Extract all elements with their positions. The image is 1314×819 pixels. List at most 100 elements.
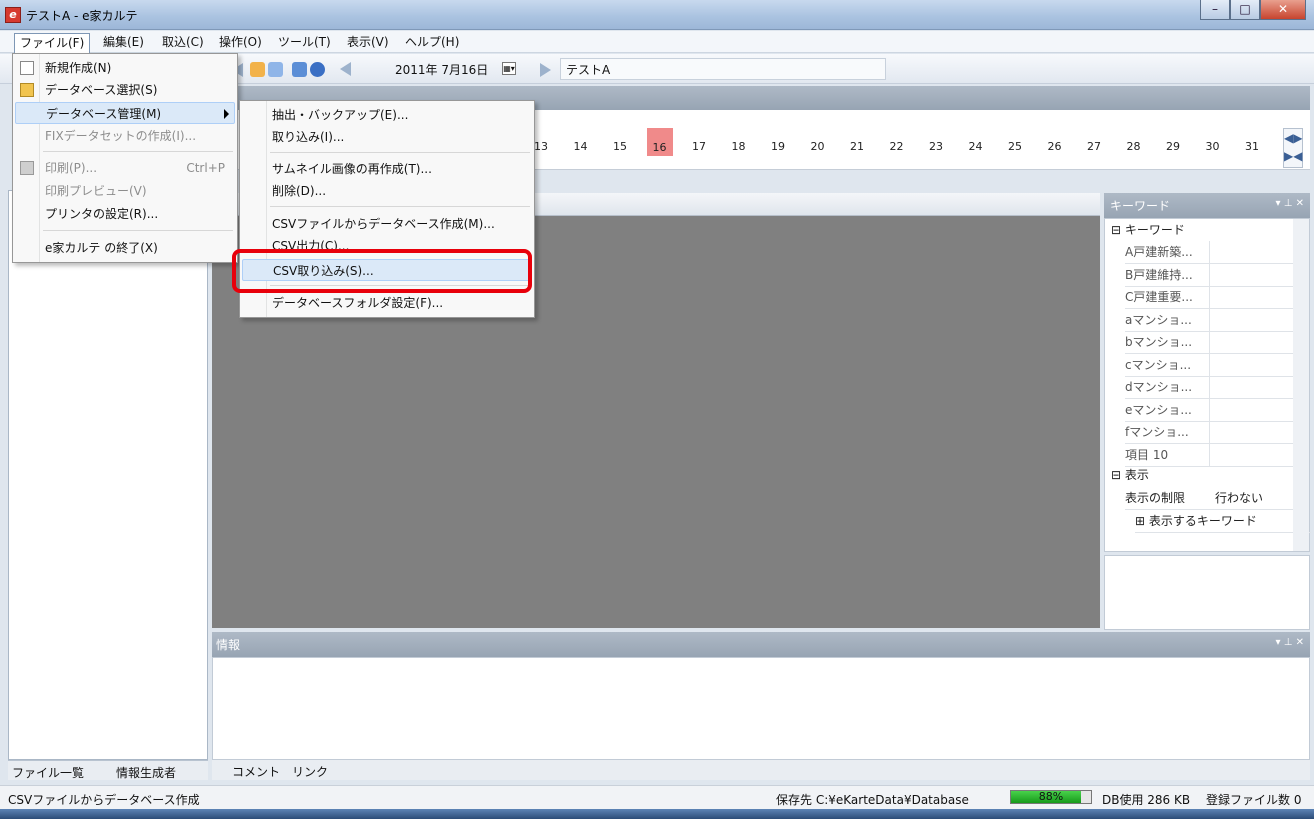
help-icon[interactable] xyxy=(310,62,325,77)
submenu-item-csv-export[interactable]: CSV出力(C)... xyxy=(240,235,534,257)
keyword-value-cell[interactable] xyxy=(1209,286,1210,308)
status-message: CSVファイルからデータベース作成 xyxy=(8,793,200,807)
menu-item-fix-dataset[interactable]: FIXデータセットの作成(I)... xyxy=(13,125,237,147)
keyword-label: B戸建維持... xyxy=(1125,267,1193,282)
info-panel-body[interactable] xyxy=(212,657,1310,760)
user-icon[interactable] xyxy=(250,62,265,77)
menu-tools[interactable]: ツール(T) xyxy=(273,33,336,51)
keyword-value-cell[interactable] xyxy=(1209,443,1210,466)
keyword-category[interactable]: ⊟ キーワード xyxy=(1111,219,1185,241)
keyword-value-cell[interactable] xyxy=(1209,398,1210,421)
calendar-day[interactable]: 17 xyxy=(686,140,712,153)
tab-link[interactable]: リンク xyxy=(292,763,328,780)
prev-date-icon[interactable] xyxy=(340,62,351,76)
keyword-row[interactable]: C戸建重要... xyxy=(1125,286,1301,309)
keyword-label: bマンショ... xyxy=(1125,335,1193,349)
calendar-day[interactable]: 23 xyxy=(923,140,949,153)
calendar-day[interactable]: 22 xyxy=(884,140,910,153)
menu-help[interactable]: ヘルプ(H) xyxy=(400,33,464,51)
menu-item-print[interactable]: 印刷(P)... Ctrl+P xyxy=(13,157,237,179)
keyword-row[interactable]: fマンショ... xyxy=(1125,421,1301,444)
panel-controls-icon[interactable]: ▾ ⊥ ✕ xyxy=(1276,198,1304,209)
tab-file-list[interactable]: ファイル一覧 xyxy=(12,764,84,781)
close-button[interactable]: ✕ xyxy=(1260,0,1306,20)
monitor-icon[interactable] xyxy=(292,62,307,77)
calendar-dropdown-icon[interactable]: ▦▾ xyxy=(502,62,516,75)
submenu-item-delete[interactable]: 削除(D)... xyxy=(240,180,534,202)
keyword-row[interactable]: aマンショ... xyxy=(1125,308,1301,332)
calendar-day[interactable]: 14 xyxy=(568,140,594,153)
keyword-scrollbar[interactable] xyxy=(1293,219,1309,551)
keyword-label: cマンショ... xyxy=(1125,357,1192,372)
date-field[interactable]: 2011年 7月16日 xyxy=(395,61,488,78)
info-panel-header: 情報 ▾ ⊥ ✕ xyxy=(212,632,1310,657)
keyword-value-cell[interactable] xyxy=(1209,376,1210,398)
show-keywords-row[interactable]: ⊞ 表示するキーワード xyxy=(1135,510,1311,533)
submenu-item-csv-import[interactable]: CSV取り込み(S)... xyxy=(242,259,532,281)
display-category[interactable]: ⊟ 表示 xyxy=(1111,464,1149,486)
calendar-day[interactable]: 25 xyxy=(1002,140,1028,153)
submenu-item-import[interactable]: 取り込み(I)... xyxy=(240,126,534,148)
keyword-value-cell[interactable] xyxy=(1209,263,1210,286)
calendar-day[interactable]: 31 xyxy=(1239,140,1265,153)
keyword-row[interactable]: 項目 10 xyxy=(1125,443,1301,467)
submenu-item-extract-backup[interactable]: 抽出・バックアップ(E)... xyxy=(240,104,534,126)
calendar-day[interactable]: 15 xyxy=(607,140,633,153)
keyword-row[interactable]: eマンショ... xyxy=(1125,398,1301,422)
keyword-label: dマンショ... xyxy=(1125,380,1193,394)
tab-comment[interactable]: コメント xyxy=(232,763,280,780)
keyword-row[interactable]: dマンショ... xyxy=(1125,376,1301,399)
display-limit-row[interactable]: 表示の制限 行わない xyxy=(1125,487,1301,510)
calendar-nav-icon[interactable]: ◀▶ ▶◀ xyxy=(1283,128,1303,168)
calendar-day[interactable]: 27 xyxy=(1081,140,1107,153)
keyword-row[interactable]: A戸建新築... xyxy=(1125,241,1301,264)
keyword-label: C戸建重要... xyxy=(1125,290,1193,304)
menu-view[interactable]: 表示(V) xyxy=(342,33,394,51)
panel-controls-icon[interactable]: ▾ ⊥ ✕ xyxy=(1276,637,1304,648)
keyword-value-cell[interactable] xyxy=(1209,241,1210,263)
keyword-row[interactable]: bマンショ... xyxy=(1125,331,1301,354)
menu-item-printer-settings[interactable]: プリンタの設定(R)... xyxy=(13,203,237,225)
calendar-day[interactable]: 20 xyxy=(805,140,831,153)
search-user-icon[interactable] xyxy=(268,62,283,77)
app-icon[interactable]: e xyxy=(5,7,21,23)
next-date-icon[interactable] xyxy=(540,63,551,77)
menu-item-print-preview[interactable]: 印刷プレビュー(V) xyxy=(13,180,237,202)
submenu-item-rebuild-thumbnails[interactable]: サムネイル画像の再作成(T)... xyxy=(240,158,534,180)
display-limit-value[interactable]: 行わない xyxy=(1215,487,1263,509)
left-tabs: ファイル一覧 情報生成者 xyxy=(8,760,208,780)
minimize-button[interactable]: – xyxy=(1200,0,1230,20)
menu-operation[interactable]: 操作(O) xyxy=(214,33,267,51)
new-document-icon xyxy=(20,61,34,75)
keyword-row[interactable]: B戸建維持... xyxy=(1125,263,1301,287)
calendar-day[interactable]: 18 xyxy=(726,140,752,153)
calendar-day[interactable]: 24 xyxy=(963,140,989,153)
calendar-day[interactable]: 30 xyxy=(1200,140,1226,153)
menu-separator xyxy=(43,151,233,152)
keyword-row[interactable]: cマンショ... xyxy=(1125,353,1301,377)
submenu-item-create-db-from-csv[interactable]: CSVファイルからデータベース作成(M)... xyxy=(240,213,534,235)
calendar-day[interactable]: 29 xyxy=(1160,140,1186,153)
menu-file[interactable]: ファイル(F) xyxy=(14,33,91,53)
submenu-item-db-folder-settings[interactable]: データベースフォルダ設定(F)... xyxy=(240,292,534,314)
file-list-pane[interactable] xyxy=(8,190,208,760)
keyword-value-cell[interactable] xyxy=(1209,308,1210,331)
calendar-day[interactable]: 21 xyxy=(844,140,870,153)
menu-item-new[interactable]: 新規作成(N) xyxy=(13,57,237,79)
keyword-value-cell[interactable] xyxy=(1209,421,1210,443)
menu-item-db-management[interactable]: データベース管理(M) xyxy=(15,102,235,124)
menu-import[interactable]: 取込(C) xyxy=(157,33,209,51)
tab-info-creator[interactable]: 情報生成者 xyxy=(116,764,176,781)
calendar-day[interactable]: 16 xyxy=(646,128,673,156)
menu-item-exit[interactable]: e家カルテ の終了(X) xyxy=(13,237,237,259)
keyword-value-cell[interactable] xyxy=(1209,353,1210,376)
calendar-day[interactable]: 19 xyxy=(765,140,791,153)
keyword-value-cell[interactable] xyxy=(1209,331,1210,353)
folder-open-icon xyxy=(20,83,34,97)
keyword-label: aマンショ... xyxy=(1125,312,1192,327)
menu-item-select-db[interactable]: データベース選択(S) xyxy=(13,79,237,101)
calendar-day[interactable]: 26 xyxy=(1042,140,1068,153)
menu-edit[interactable]: 編集(E) xyxy=(98,33,149,51)
maximize-button[interactable]: □ xyxy=(1230,0,1260,20)
calendar-day[interactable]: 28 xyxy=(1121,140,1147,153)
